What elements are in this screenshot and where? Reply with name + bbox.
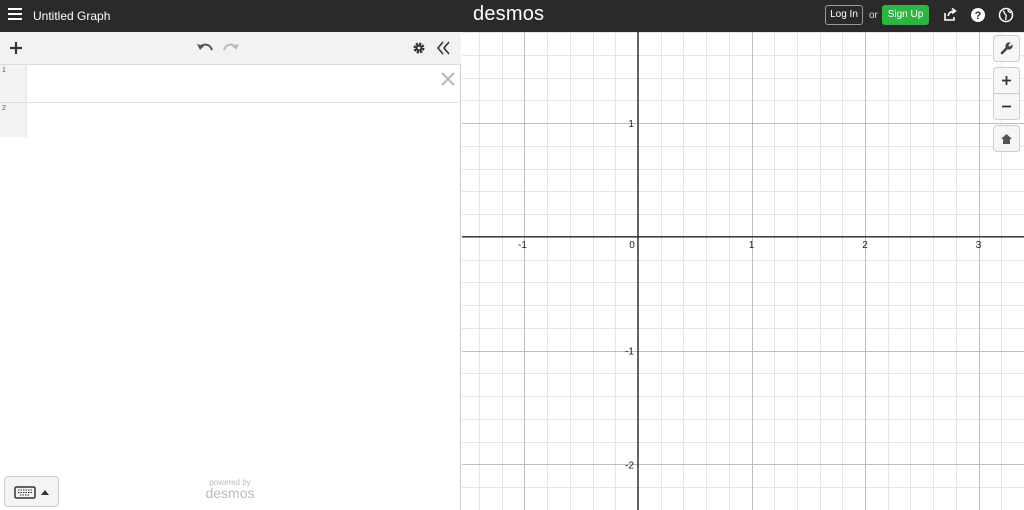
graph-title[interactable]: Untitled Graph [33, 9, 110, 23]
expression-gutter: 1 [0, 65, 27, 102]
signup-button[interactable]: Sign Up [882, 5, 929, 25]
graph-paper[interactable]: -1 0 1 2 3 1 -1 -2 [462, 32, 1024, 510]
or-text: or [869, 10, 878, 21]
x-tick-label: -1 [518, 240, 527, 251]
expression-input[interactable] [27, 65, 439, 102]
globe-icon[interactable] [998, 7, 1014, 23]
hamburger-menu-icon[interactable] [8, 8, 22, 22]
top-bar: Untitled Graph desmos Log In or Sign Up … [0, 0, 1024, 32]
x-tick-label: 3 [976, 240, 982, 251]
keyboard-icon [14, 486, 49, 499]
expression-row[interactable]: 2 [0, 103, 461, 137]
expression-number: 2 [2, 105, 6, 112]
expression-gutter: 2 [0, 103, 27, 137]
powered-by-desmos: powered by desmos [200, 478, 260, 500]
x-tick-label: 0 [629, 240, 635, 251]
graph-canvas[interactable]: -1 0 1 2 3 1 -1 -2 [462, 32, 1024, 510]
zoom-out-minus-icon[interactable] [993, 93, 1020, 120]
y-tick-label: -1 [625, 347, 634, 358]
collapse-panel-icon[interactable] [436, 41, 451, 60]
keypad-toggle-button[interactable] [4, 476, 59, 507]
share-icon[interactable] [942, 7, 958, 23]
x-tick-label: 1 [749, 240, 755, 251]
undo-icon[interactable] [196, 41, 214, 60]
zoom-in-plus-icon[interactable] [993, 67, 1020, 94]
graph-settings-wrench-icon[interactable] [993, 35, 1020, 62]
desmos-logo: desmos [473, 3, 545, 25]
x-tick-label: 2 [862, 240, 868, 251]
settings-gear-icon[interactable] [412, 41, 426, 60]
expression-number: 1 [2, 67, 6, 74]
expression-input[interactable] [27, 103, 439, 137]
powered-by-logo: desmos [205, 485, 255, 501]
y-tick-label: 1 [628, 119, 634, 130]
default-viewport-home-icon[interactable] [993, 125, 1020, 152]
expression-toolbar [0, 32, 461, 65]
redo-icon[interactable] [222, 41, 240, 60]
login-button[interactable]: Log In [825, 5, 863, 25]
add-expression-plus-icon[interactable] [9, 41, 23, 60]
expression-row[interactable]: 1 [0, 65, 461, 103]
expression-panel: 1 2 powered by desmos [0, 32, 461, 510]
help-icon[interactable]: ? [970, 7, 986, 23]
y-tick-label: -2 [625, 460, 634, 471]
svg-text:?: ? [975, 10, 982, 22]
delete-expression-close-icon[interactable] [441, 70, 455, 90]
